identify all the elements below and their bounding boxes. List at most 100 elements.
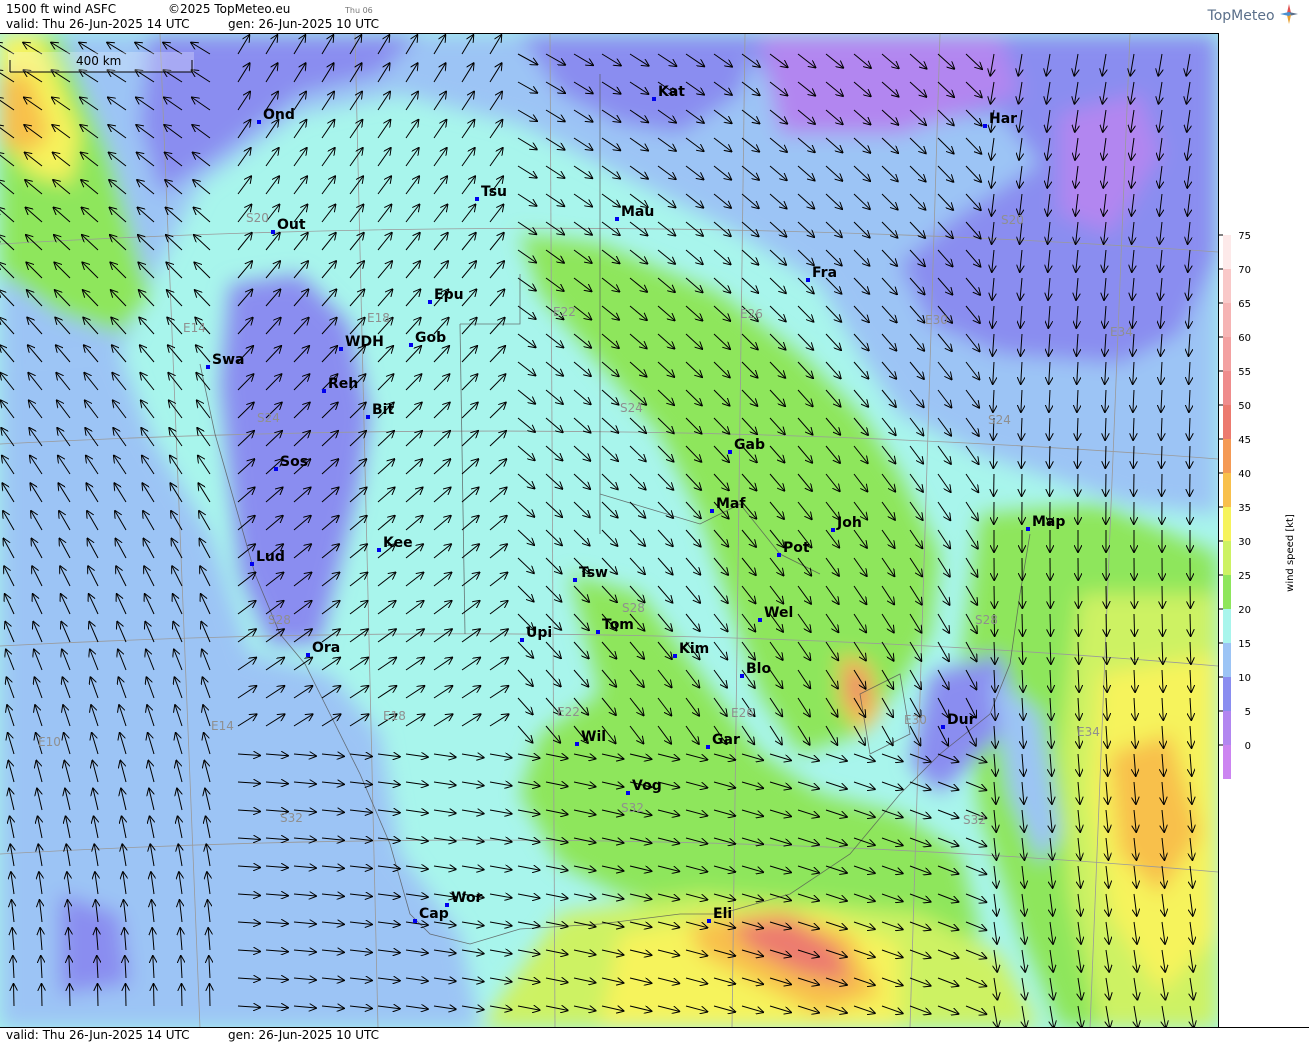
lon-label: E22 [557,705,580,719]
city-label: Ora [312,640,340,656]
compass-icon [1279,3,1299,25]
city-kee[interactable]: Kee [377,535,413,552]
lon-label: E26 [740,307,763,321]
city-kim[interactable]: Kim [673,641,709,658]
city-label: WDH [345,334,384,350]
generation-time: gen: 26-Jun-2025 10 UTC [228,17,379,31]
city-label: Cap [419,906,449,922]
lon-label: E10 [38,735,61,749]
city-label: Tom [602,617,634,633]
legend-tick-label: 40 [1238,469,1251,480]
city-marker [596,630,600,634]
city-lud[interactable]: Lud [250,549,285,566]
legend-tick-label: 0 [1245,741,1251,752]
legend-tick-label: 15 [1238,639,1251,650]
city-marker [626,791,630,795]
legend-swatch [1223,235,1231,269]
city-ora[interactable]: Ora [306,640,340,657]
lon-label: E18 [367,311,390,325]
city-marker [706,745,710,749]
city-marker [710,509,714,513]
lat-label: S28 [975,613,998,627]
city-reh[interactable]: Reh [322,376,358,393]
lat-label: S20 [1001,213,1024,227]
city-epu[interactable]: Epu [428,287,464,304]
legend-swatch [1223,439,1231,473]
legend-swatch [1223,507,1231,541]
city-marker [615,217,619,221]
lat-label: S28 [622,601,645,615]
city-sos[interactable]: Sos [274,454,308,471]
city-marker [306,653,310,657]
city-dur[interactable]: Dur [941,712,976,729]
legend-swatch [1223,609,1231,643]
city-marker [831,528,835,532]
city-gab[interactable]: Gab [728,437,765,454]
city-marker [728,450,732,454]
legend-tick-label: 50 [1238,401,1251,412]
legend-tick-label: 10 [1238,673,1251,684]
city-swa[interactable]: Swa [206,352,244,369]
lon-label: E26 [731,706,754,720]
legend-swatch [1223,405,1231,439]
city-label: Lud [256,549,285,565]
city-marker [257,120,261,124]
city-mau[interactable]: Mau [615,204,654,221]
wind-arrow [1161,446,1162,468]
wind-arrow [210,984,211,1006]
city-marker [758,618,762,622]
city-label: Wel [764,605,793,621]
city-har[interactable]: Har [983,111,1017,128]
lon-label: E14 [211,719,234,733]
wind-map[interactable]: 400 km S20S20S24S24S24S28S28S28S32S32S32… [0,33,1219,1028]
city-marker [322,389,326,393]
city-marker [206,365,210,369]
scale-bar: 400 km [8,52,194,72]
city-label: Map [1032,514,1065,530]
city-vog[interactable]: Vog [626,778,662,795]
city-label: Eli [713,906,732,922]
wind-arrow [1105,446,1106,468]
legend-swatch [1223,711,1231,745]
wind-arrow [1162,614,1163,636]
legend-tick-label: 35 [1238,503,1251,514]
city-gar[interactable]: Gar [706,732,740,749]
city-out[interactable]: Out [271,217,306,234]
city-marker [941,725,945,729]
legend-swatch [1223,371,1231,405]
city-gob[interactable]: Gob [409,330,446,347]
legend-swatch [1223,269,1231,303]
lon-label: E14 [183,321,206,335]
city-ond[interactable]: Ond [257,107,295,124]
city-maf[interactable]: Maf [710,496,746,513]
legend-swatch [1223,643,1231,677]
legend-tick-label: 60 [1238,333,1251,344]
city-marker [777,553,781,557]
city-marker [1026,527,1030,531]
footer: valid: Thu 26-Jun-2025 14 UTC gen: 26-Ju… [0,1027,1309,1043]
city-map[interactable]: Map [1026,514,1065,531]
city-tom[interactable]: Tom [596,617,634,634]
wind-arrow [1077,446,1078,468]
wind-arrow [1050,614,1051,636]
wind-arrow [42,984,43,1006]
city-tsw[interactable]: Tsw [573,565,608,582]
city-wdh[interactable]: WDH [339,334,384,351]
legend-tick-label: 45 [1238,435,1251,446]
chart-title: 1500 ft wind ASFC [6,2,116,16]
legend-swatch [1223,575,1231,609]
city-label: Har [989,111,1017,127]
city-wel[interactable]: Wel [758,605,793,622]
city-marker [339,347,343,351]
city-cap[interactable]: Cap [413,906,449,923]
lon-label: E22 [553,305,576,319]
legend-tick-label: 30 [1238,537,1251,548]
city-wor[interactable]: Wor [445,890,483,907]
footer-gen: gen: 26-Jun-2025 10 UTC [228,1028,379,1042]
legend-tick-label: 5 [1245,707,1251,718]
topmeteo-logo[interactable]: TopMeteo [1208,3,1299,25]
city-label: Dur [947,712,976,728]
lat-label: S24 [988,413,1011,427]
city-marker [806,278,810,282]
city-label: Wil [581,729,606,745]
